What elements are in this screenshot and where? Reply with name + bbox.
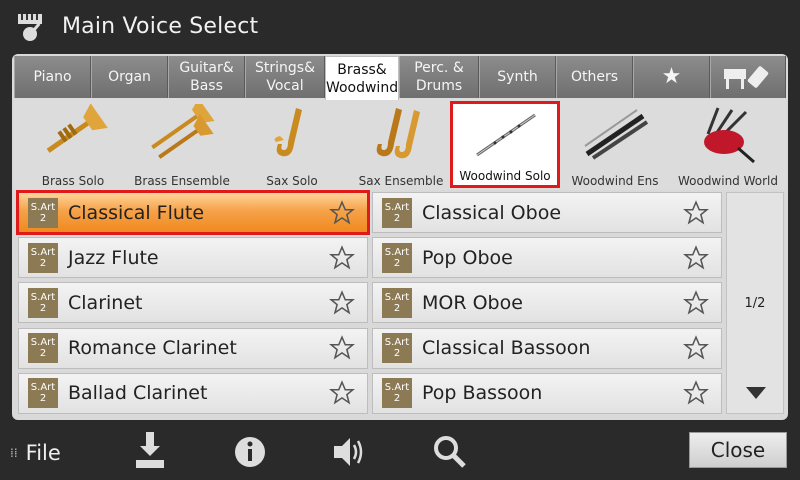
- star-outline-icon[interactable]: [329, 380, 355, 406]
- star-outline-icon[interactable]: [683, 335, 709, 361]
- tab-piano[interactable]: Piano: [14, 56, 91, 98]
- subcategory-label: Brass Solo: [41, 174, 105, 188]
- star-outline-icon[interactable]: [683, 199, 709, 226]
- sax-ensemble-icon: [376, 108, 420, 159]
- subcategory-sax-solo[interactable]: Sax Solo: [232, 98, 352, 190]
- tab-synth[interactable]: Synth: [479, 56, 556, 98]
- subcategory-woodwind-solo[interactable]: Woodwind Solo: [450, 101, 560, 188]
- voice-item-pop-bassoon[interactable]: S.Art 2 Pop Bassoon: [372, 372, 722, 414]
- voice-name: Jazz Flute: [68, 246, 159, 269]
- voice-name: Pop Oboe: [422, 246, 513, 269]
- voice-name: Classical Oboe: [422, 201, 562, 224]
- sart2-badge-icon: S.Art 2: [28, 378, 58, 409]
- bottom-bar: ⁞⁞ File: [0, 426, 800, 480]
- voice-item-ballad-clarinet[interactable]: S.Art 2 Ballad Clarinet: [18, 372, 368, 414]
- subcategory-woodwind-world[interactable]: Woodwind World: [670, 98, 786, 190]
- saxophone-icon: [274, 108, 302, 157]
- page-scroller[interactable]: 1/2: [726, 192, 784, 414]
- page-indicator: 1/2: [744, 295, 766, 311]
- voice-name: MOR Oboe: [422, 291, 523, 314]
- title-bar: Main Voice Select: [0, 0, 800, 52]
- subcategory-brass-ensemble[interactable]: Brass Ensemble: [132, 98, 232, 190]
- voice-item-classical-bassoon[interactable]: S.Art 2 Classical Bassoon: [372, 327, 722, 369]
- subcategory-bar: Brass Solo Brass Ensemble Sax Solo Sax E…: [14, 98, 786, 190]
- voice-item-pop-oboe[interactable]: S.Art 2 Pop Oboe: [372, 237, 722, 279]
- category-tabs: Piano Organ Guitar& Bass Strings& Vocal …: [14, 56, 786, 100]
- file-button[interactable]: ⁞⁞ File: [10, 441, 61, 465]
- voice-item-romance-clarinet[interactable]: S.Art 2 Romance Clarinet: [18, 327, 368, 369]
- sart2-badge-icon: S.Art 2: [382, 287, 412, 318]
- search-icon[interactable]: [432, 430, 468, 470]
- woodwind-ens-icon: [584, 109, 649, 160]
- star-outline-icon[interactable]: [683, 380, 709, 406]
- star-outline-icon[interactable]: [683, 244, 709, 271]
- sart2-badge-icon: S.Art 2: [382, 197, 412, 228]
- subcategory-label: Woodwind Ens: [571, 174, 659, 188]
- save-download-icon[interactable]: [132, 430, 168, 470]
- keyboard-guitar-icon: [18, 14, 42, 41]
- flute-icon: [476, 113, 536, 157]
- window-title: Main Voice Select: [62, 13, 259, 39]
- tab-favorite[interactable]: ★: [633, 56, 710, 98]
- trumpet-icon: [46, 104, 108, 153]
- voice-name: Ballad Clarinet: [68, 382, 208, 405]
- sart2-badge-icon: S.Art 2: [28, 197, 58, 228]
- voice-name: Pop Bassoon: [422, 382, 543, 405]
- voice-name: Classical Flute: [68, 201, 205, 224]
- voice-name: Clarinet: [68, 291, 143, 314]
- tab-guitar-bass[interactable]: Guitar& Bass: [168, 56, 245, 98]
- subcategory-brass-solo[interactable]: Brass Solo: [14, 98, 132, 190]
- sart2-badge-icon: S.Art 2: [28, 287, 58, 318]
- star-outline-icon[interactable]: [329, 290, 355, 316]
- subcategory-label: Brass Ensemble: [134, 174, 230, 188]
- star-outline-icon[interactable]: [329, 244, 355, 271]
- voice-name: Classical Bassoon: [422, 337, 591, 360]
- sart2-badge-icon: S.Art 2: [382, 378, 412, 409]
- tab-brass-woodwind[interactable]: Brass& Woodwind: [325, 56, 399, 100]
- tab-perc-drums[interactable]: Perc. & Drums: [399, 56, 479, 98]
- sart2-badge-icon: S.Art 2: [28, 242, 58, 273]
- file-handle-icon: ⁞⁞: [10, 446, 18, 460]
- subcategory-label: Woodwind World: [677, 174, 779, 188]
- volume-icon[interactable]: [332, 430, 368, 470]
- star-outline-icon[interactable]: [329, 199, 355, 226]
- tab-expansion[interactable]: [710, 56, 786, 98]
- voice-item-jazz-flute[interactable]: S.Art 2 Jazz Flute: [18, 237, 368, 279]
- voice-item-clarinet[interactable]: S.Art 2 Clarinet: [18, 282, 368, 324]
- sart2-badge-icon: S.Art 2: [382, 242, 412, 273]
- piano-eraser-icon: [724, 66, 769, 89]
- page-down-icon[interactable]: [746, 387, 766, 399]
- voice-item-classical-oboe[interactable]: S.Art 2 Classical Oboe: [372, 192, 722, 233]
- brass-ensemble-icon: [151, 104, 215, 159]
- tab-strings-vocal[interactable]: Strings& Vocal: [245, 56, 325, 98]
- voice-name: Romance Clarinet: [68, 337, 237, 360]
- subcategory-label: Woodwind Solo: [459, 169, 551, 183]
- star-outline-icon[interactable]: [329, 335, 355, 361]
- voice-list: S.Art 2 Classical Flute S.Art 2 Classical …: [16, 190, 724, 414]
- sart2-badge-icon: S.Art 2: [28, 333, 58, 364]
- subcategory-sax-ensemble[interactable]: Sax Ensemble: [352, 98, 450, 190]
- subcategory-label: Sax Ensemble: [358, 174, 444, 188]
- close-button[interactable]: Close: [689, 432, 787, 468]
- subcategory-label: Sax Solo: [266, 174, 318, 188]
- subcategory-woodwind-ens[interactable]: Woodwind Ens: [560, 98, 670, 190]
- sart2-badge-icon: S.Art 2: [382, 333, 412, 364]
- tab-others[interactable]: Others: [556, 56, 633, 98]
- info-icon[interactable]: [232, 430, 268, 470]
- bagpipe-icon: [704, 107, 755, 164]
- voice-item-mor-oboe[interactable]: S.Art 2 MOR Oboe: [372, 282, 722, 324]
- file-label: File: [25, 441, 61, 465]
- star-outline-icon[interactable]: [683, 290, 709, 316]
- voice-item-classical-flute[interactable]: S.Art 2 Classical Flute: [16, 190, 370, 235]
- favorite-star-icon: ★: [661, 64, 682, 89]
- tab-organ[interactable]: Organ: [91, 56, 168, 98]
